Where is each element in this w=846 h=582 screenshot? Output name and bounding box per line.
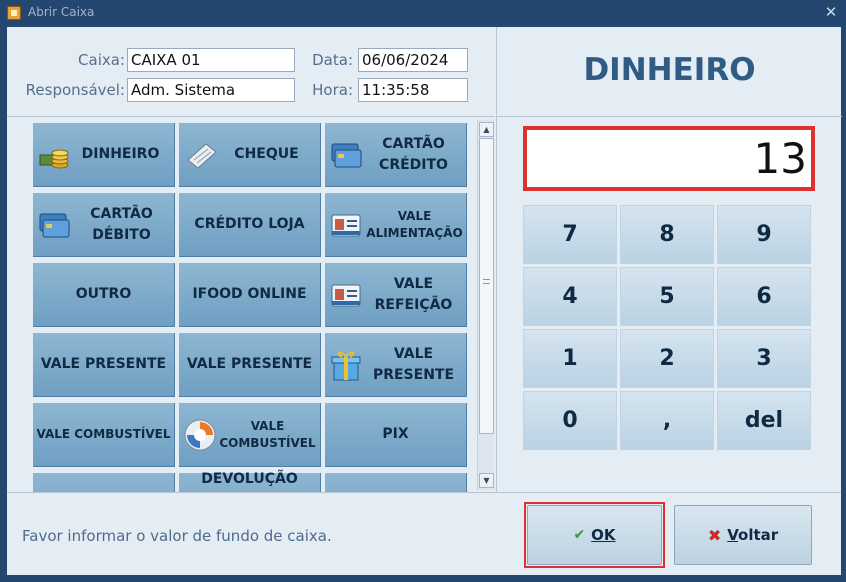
hora-label: Hora: (312, 81, 353, 99)
amount-input[interactable]: 13 (527, 130, 811, 187)
credit-card-icon (39, 213, 70, 238)
close-button[interactable]: ✕ (822, 3, 840, 21)
keypad-key[interactable]: 4 (523, 267, 617, 326)
cheque-icon (187, 143, 217, 169)
payment-ifood-online-button[interactable]: IFOOD ONLINE (179, 263, 321, 327)
check-icon: ✔ (573, 527, 586, 543)
id-card-icon (331, 214, 361, 237)
responsavel-label: Responsável: (25, 81, 125, 99)
client-area: Caixa: CAIXA 01 Data: 06/06/2024 Respons… (7, 27, 842, 575)
footer: Favor informar o valor de fundo de caixa… (7, 492, 841, 575)
fuel-badge-icon (184, 419, 216, 451)
payment-cheque-button[interactable]: CHEQUE (179, 123, 321, 187)
voltar-button[interactable]: ✖ Voltar (674, 505, 812, 565)
payment-label: DINHEIRO (81, 146, 160, 162)
payment-label: CRÉDITO LOJA (194, 216, 305, 232)
payment-devolucao-button[interactable]: DEVOLUÇÃO (179, 471, 321, 492)
voltar-rest: oltar (738, 526, 779, 544)
keypad-key[interactable]: 2 (620, 329, 714, 388)
gift-icon (331, 351, 361, 381)
payment-label: CARTÃO DÉBITO (90, 205, 153, 243)
grip-icon (483, 279, 490, 284)
keypad-key[interactable]: 0 (523, 391, 617, 450)
keypad-key[interactable]: , (620, 391, 714, 450)
payment-dinheiro-button[interactable]: DINHEIRO (33, 123, 175, 187)
payment-label: VALE ALIMENTAÇÃO (366, 208, 463, 240)
keypad-key[interactable]: 8 (620, 205, 714, 264)
scroll-down-button[interactable]: ▼ (479, 473, 494, 488)
payment-vale-combustivel-button[interactable]: VALE COMBUSTÍVEL (179, 403, 321, 467)
amount-highlight: 13 (523, 126, 815, 191)
ok-button[interactable]: ✔ OK (527, 505, 662, 565)
keypad-key[interactable]: 9 (717, 205, 811, 264)
header-panel: Caixa: CAIXA 01 Data: 06/06/2024 Respons… (7, 27, 495, 117)
caixa-label: Caixa: (78, 51, 125, 69)
window: Abrir Caixa ✕ Caixa: CAIXA 01 Data: 06/0… (0, 0, 846, 582)
payment-label: CARTÃO CRÉDITO (379, 135, 448, 173)
grid-scrollbar[interactable]: ▲ ▼ (477, 120, 494, 490)
app-icon (7, 6, 21, 20)
payment-label: VALE COMBUSTÍVEL (219, 418, 316, 450)
payment-label: VALE PRESENTE (186, 356, 313, 372)
keypad-key[interactable]: 3 (717, 329, 811, 388)
keypad-key[interactable]: 6 (717, 267, 811, 326)
payment-credito-loja-button[interactable]: CRÉDITO LOJA (179, 193, 321, 257)
payment-vale-presente-button[interactable]: VALE PRESENTE (33, 333, 175, 397)
payment-label: PIX (382, 426, 409, 442)
keypad-key[interactable]: 7 (523, 205, 617, 264)
payment-vale-combustivel-button[interactable]: VALE COMBUSTÍVEL (33, 403, 175, 467)
close-icon: ✖ (707, 525, 722, 545)
divider (497, 116, 842, 117)
payment-vale-presente-button[interactable]: VALE PRESENTE (179, 333, 321, 397)
payment-pix-button[interactable]: PIX (325, 403, 467, 467)
payment-outro-button[interactable]: OUTRO (33, 263, 175, 327)
scroll-thumb[interactable] (479, 138, 494, 434)
status-message: Favor informar o valor de fundo de caixa… (22, 527, 332, 545)
caixa-field[interactable]: CAIXA 01 (127, 48, 295, 72)
payment-label: VALE PRESENTE (40, 356, 167, 372)
payment-vale-refeicao-button[interactable]: VALE REFEIÇÃO (325, 263, 467, 327)
payment-label: IFOOD ONLINE (192, 286, 307, 302)
payment-label: VALE PRESENTE (372, 345, 455, 383)
hora-field[interactable]: 11:35:58 (358, 78, 468, 102)
payment-cartao-debito-button[interactable]: CARTÃO DÉBITO (33, 193, 175, 257)
payment-vale-presente-button[interactable]: VALE PRESENTE (325, 333, 467, 397)
amount-panel: DINHEIRO 13 7 8 9 4 5 6 1 2 3 0, del (496, 27, 842, 492)
title-bar: Abrir Caixa ✕ (0, 0, 846, 26)
payment-partial-button[interactable] (325, 473, 467, 492)
window-title: Abrir Caixa (28, 5, 95, 19)
keypad-key[interactable]: 1 (523, 329, 617, 388)
data-label: Data: (312, 51, 353, 69)
payment-label: OUTRO (75, 286, 132, 302)
credit-card-icon (331, 143, 362, 168)
id-card-icon (331, 284, 361, 307)
payment-label: VALE REFEIÇÃO (374, 275, 453, 313)
data-field[interactable]: 06/06/2024 (358, 48, 468, 72)
voltar-label: Voltar (727, 526, 778, 544)
scroll-up-button[interactable]: ▲ (479, 122, 494, 137)
responsavel-field[interactable]: Adm. Sistema (127, 78, 295, 102)
coins-icon (39, 149, 69, 169)
keypad-key[interactable]: del (717, 391, 811, 450)
payment-vale-alimentacao-button[interactable]: VALE ALIMENTAÇÃO (325, 193, 467, 257)
payment-label: CHEQUE (234, 146, 299, 162)
payment-method-grid: DINHEIRO CHEQUE CARTÃO CRÉDITO CARTÃO DÉ… (7, 118, 495, 492)
selected-method-title: DINHEIRO (583, 52, 756, 88)
ok-label: OK (591, 526, 616, 544)
payment-label: DEVOLUÇÃO (201, 470, 298, 487)
payment-label: VALE COMBUSTÍVEL (36, 427, 171, 441)
payment-cartao-credito-button[interactable]: CARTÃO CRÉDITO (325, 123, 467, 187)
payment-partial-button[interactable] (33, 473, 175, 492)
voltar-mnemonic: V (727, 526, 739, 544)
keypad-key[interactable]: 5 (620, 267, 714, 326)
